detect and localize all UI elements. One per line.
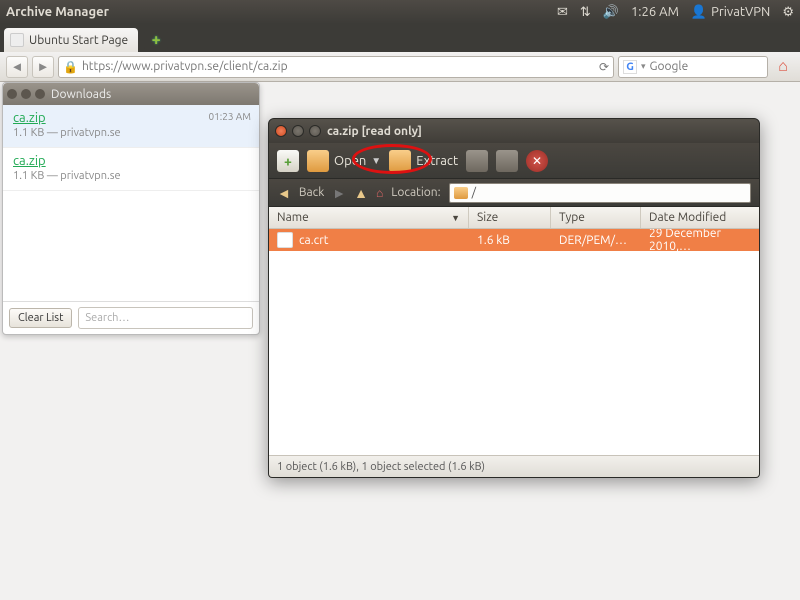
column-header-date[interactable]: Date Modified: [641, 207, 759, 228]
new-tab-button[interactable]: +: [144, 30, 168, 50]
archive-window-title: ca.zip [read only]: [327, 125, 422, 138]
archive-toolbar: + Open ▼ Extract ✕: [269, 143, 759, 179]
file-name-cell: ca.crt: [269, 232, 469, 248]
archive-window: ca.zip [read only] + Open ▼ Extract ✕ ◄ …: [268, 118, 760, 478]
close-dot[interactable]: [7, 89, 17, 99]
google-icon: G: [623, 60, 637, 74]
volume-icon[interactable]: 🔊: [603, 5, 619, 20]
downloads-titlebar[interactable]: Downloads: [3, 83, 259, 105]
user-name: PrivatVPN: [711, 5, 770, 19]
extract-button[interactable]: Extract: [389, 150, 458, 172]
top-menubar: Archive Manager ✉ ⇅ 🔊 1:26 AM 👤 PrivatVP…: [0, 0, 800, 24]
archive-titlebar[interactable]: ca.zip [read only]: [269, 119, 759, 143]
maximize-button[interactable]: [309, 125, 321, 137]
column-header-name[interactable]: Name ▼: [269, 207, 469, 228]
home-icon: ⌂: [778, 57, 788, 76]
minimize-button[interactable]: [292, 125, 304, 137]
search-engine-name: Google: [650, 60, 689, 73]
user-icon: 👤: [691, 5, 707, 20]
download-time: 01:23 AM: [209, 111, 252, 122]
table-row[interactable]: ca.crt 1.6 kB DER/PEM/… 29 December 2010…: [269, 229, 759, 251]
new-document-icon: +: [277, 150, 299, 172]
min-dot[interactable]: [21, 89, 31, 99]
location-value: /: [472, 186, 476, 199]
downloads-search-input[interactable]: Search…: [78, 307, 253, 329]
archive-file-list[interactable]: ca.crt 1.6 kB DER/PEM/… 29 December 2010…: [269, 229, 759, 455]
back-label: Back: [299, 186, 324, 199]
max-dot[interactable]: [35, 89, 45, 99]
downloads-list: ca.zip 1.1 KB — privatvpn.se 01:23 AM ca…: [3, 105, 259, 301]
sort-desc-icon: ▼: [451, 213, 460, 223]
download-meta: 1.1 KB — privatvpn.se: [13, 127, 249, 139]
tab-favicon: [10, 33, 24, 47]
column-header-size[interactable]: Size: [469, 207, 551, 228]
downloads-title: Downloads: [51, 88, 111, 101]
home-button[interactable]: ⌂: [772, 56, 794, 78]
folder-open-icon: [307, 150, 329, 172]
extract-label: Extract: [416, 154, 458, 168]
download-meta: 1.1 KB — privatvpn.se: [13, 170, 249, 182]
search-bar[interactable]: G ▾ Google: [618, 56, 768, 78]
menubar-indicators: ✉ ⇅ 🔊 1:26 AM 👤 PrivatVPN ⚙: [557, 5, 794, 20]
add-folder-button[interactable]: [496, 150, 518, 172]
chevron-down-icon: ▼: [371, 155, 381, 167]
downloads-footer: Clear List Search…: [3, 301, 259, 334]
network-icon[interactable]: ⇅: [580, 5, 591, 20]
downloads-window: Downloads ca.zip 1.1 KB — privatvpn.se 0…: [2, 82, 260, 335]
download-filename[interactable]: ca.zip: [13, 154, 249, 168]
file-icon: [277, 232, 293, 248]
menubar-app-title: Archive Manager: [6, 5, 109, 19]
file-name: ca.crt: [299, 234, 328, 247]
clear-list-button[interactable]: Clear List: [9, 308, 72, 328]
window-controls[interactable]: [275, 125, 321, 137]
new-archive-button[interactable]: +: [277, 150, 299, 172]
download-item[interactable]: ca.zip 1.1 KB — privatvpn.se 01:23 AM: [3, 105, 259, 148]
forward-button[interactable]: ►: [332, 185, 346, 201]
download-item[interactable]: ca.zip 1.1 KB — privatvpn.se: [3, 148, 259, 191]
column-header-type[interactable]: Type: [551, 207, 641, 228]
back-button[interactable]: ◄: [277, 185, 291, 201]
extract-icon: [389, 150, 411, 172]
browser-tabstrip: Ubuntu Start Page +: [0, 24, 800, 52]
open-label: Open: [334, 154, 366, 168]
folder-icon: [454, 187, 468, 199]
home-icon[interactable]: ⌂: [376, 186, 383, 200]
window-controls[interactable]: [7, 89, 45, 99]
add-files-icon: [466, 150, 488, 172]
archive-statusbar: 1 object (1.6 kB), 1 object selected (1.…: [269, 455, 759, 477]
user-menu[interactable]: 👤 PrivatVPN: [691, 5, 770, 20]
file-date-cell: 29 December 2010,…: [641, 229, 759, 253]
app-title: Archive Manager: [6, 5, 109, 19]
stop-button[interactable]: ✕: [526, 150, 548, 172]
browser-tab[interactable]: Ubuntu Start Page: [4, 28, 138, 52]
browser-navbar: ◄ ► 🔒 https://www.privatvpn.se/client/ca…: [0, 52, 800, 82]
reload-icon[interactable]: ⟳: [599, 60, 609, 74]
nav-back-button[interactable]: ◄: [6, 56, 28, 78]
close-icon: ✕: [526, 150, 548, 172]
clock[interactable]: 1:26 AM: [631, 5, 679, 19]
file-type-cell: DER/PEM/…: [551, 234, 641, 247]
spacer: [3, 191, 259, 301]
close-button[interactable]: [275, 125, 287, 137]
up-button[interactable]: ▲: [354, 185, 368, 201]
location-input[interactable]: /: [449, 183, 751, 203]
location-label: Location:: [391, 186, 440, 199]
archive-location-bar: ◄ Back ► ▲ ⌂ Location: /: [269, 179, 759, 207]
lock-icon: 🔒: [63, 60, 78, 74]
plus-icon: +: [152, 31, 161, 49]
url-text: https://www.privatvpn.se/client/ca.zip: [82, 60, 288, 73]
add-folder-icon: [496, 150, 518, 172]
nav-forward-button[interactable]: ►: [32, 56, 54, 78]
tab-title: Ubuntu Start Page: [29, 34, 128, 47]
url-bar[interactable]: 🔒 https://www.privatvpn.se/client/ca.zip…: [58, 56, 614, 78]
file-size-cell: 1.6 kB: [469, 234, 551, 247]
mail-icon[interactable]: ✉: [557, 5, 568, 20]
add-files-button[interactable]: [466, 150, 488, 172]
gear-icon[interactable]: ⚙: [782, 5, 794, 20]
archive-columns: Name ▼ Size Type Date Modified: [269, 207, 759, 229]
open-button[interactable]: Open ▼: [307, 150, 381, 172]
